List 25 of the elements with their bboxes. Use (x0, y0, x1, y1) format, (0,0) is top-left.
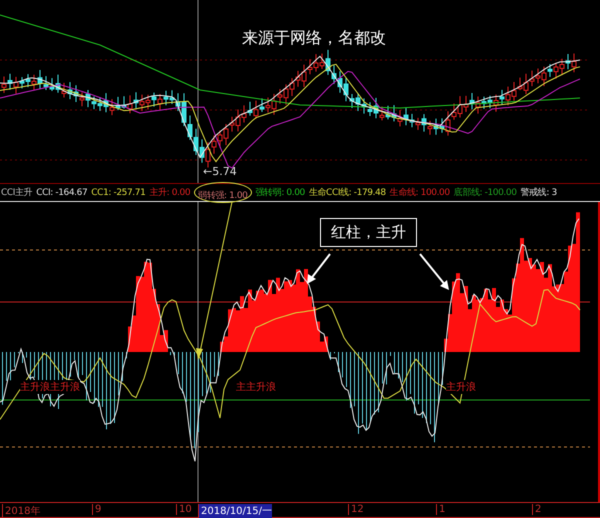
indicator-legend-value: 警戒线: 3 (520, 186, 557, 199)
indicator-legend-value: CCI: -164.67 (36, 188, 88, 198)
time-axis-label: 10 (176, 504, 192, 515)
wave-label: 主主升浪 (236, 380, 276, 394)
indicator-legend-value: 生命CCI线: -179.48 (308, 186, 386, 199)
low-price-label: ←5.74 (203, 165, 237, 178)
indicator-legend-value: 底部线: -100.00 (454, 186, 517, 199)
arrow (419, 253, 449, 290)
indicator-legend-value: 强转弱: 0.00 (256, 186, 305, 199)
source-note: 来源于网络，名都改 (242, 28, 386, 49)
time-axis-label: 1 (436, 504, 446, 515)
indicator-legend-value: CCI主升 (1, 186, 32, 199)
wave-label: 主升浪主升浪 (20, 380, 80, 394)
indicator-legend-value: 弱转强: 1.00 (198, 191, 248, 201)
wave-label: 主升浪 (446, 380, 476, 394)
time-axis-label: 9 (92, 504, 102, 515)
indicator-legend-value: 主升: 0.00 (149, 186, 190, 199)
arrow (307, 253, 331, 284)
time-axis-label: 12 (348, 504, 364, 515)
indicator-legend-value: 生命线: 100.00 (390, 186, 450, 199)
time-axis-label: 2018年 (2, 504, 40, 518)
indicator-legend-value: CC1: -257.71 (91, 188, 146, 198)
time-axis-label: 2 (532, 504, 542, 515)
annotation-callout: 红柱，主升 (320, 218, 417, 247)
date-cursor-label: 2018/10/15/一 (198, 504, 272, 518)
